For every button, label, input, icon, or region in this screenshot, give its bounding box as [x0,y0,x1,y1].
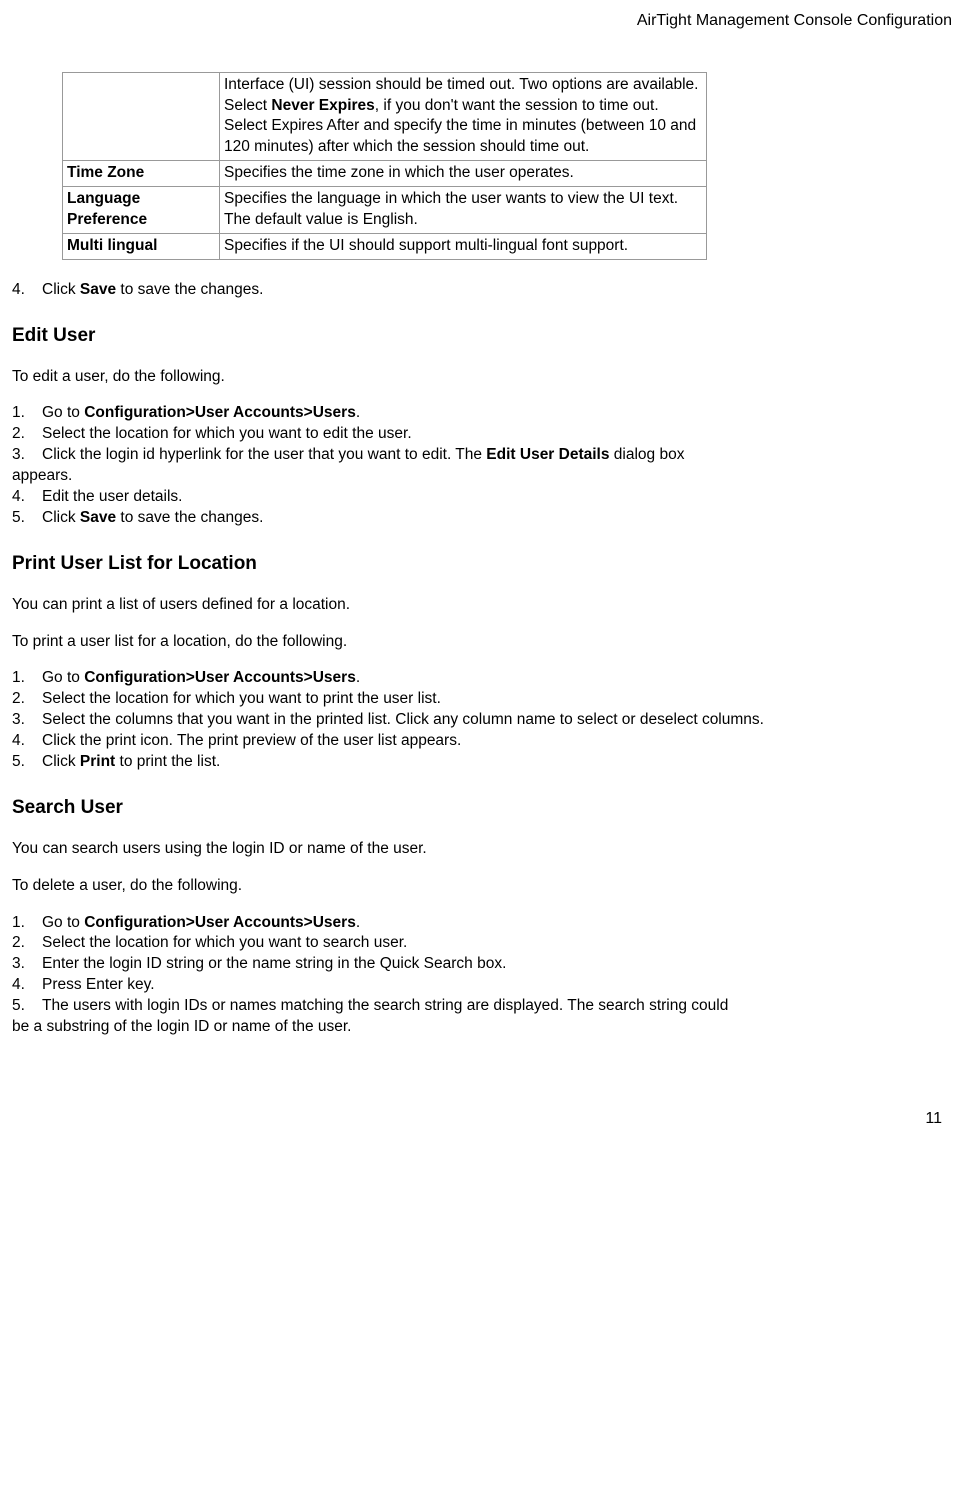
step-number: 5. [12,996,42,1017]
step-item: 1. Go to Configuration>User Accounts>Use… [12,403,962,424]
text: . [356,914,360,931]
step-item: 3. Enter the login ID string or the name… [12,954,962,975]
step-text: Select the location for which you want t… [42,933,962,954]
bold-text: Edit User Details [486,446,609,463]
step-text: Click Save to save the changes. [42,508,962,529]
bold-text: Save [80,509,116,526]
page-number: 11 [12,1108,962,1130]
step-number: 2. [12,933,42,954]
doc-header: AirTight Management Console Configuratio… [12,10,962,32]
cell-label: Time Zone [63,161,220,187]
bold-text: Save [80,281,116,298]
step-item: 2. Select the location for which you wan… [12,933,962,954]
step-item: 4. Click Save to save the changes. [12,280,962,301]
step-text: Edit the user details. [42,487,962,508]
step-number: 4. [12,280,42,301]
cell-desc: Interface (UI) session should be timed o… [220,72,707,161]
step-text: Click Save to save the changes. [42,280,962,301]
cell-label: Multi lingual [63,234,220,260]
step-text: Go to Configuration>User Accounts>Users. [42,403,962,424]
step-item: 3. Click the login id hyperlink for the … [12,445,962,466]
step-text: Select the location for which you want t… [42,424,962,445]
paragraph: To delete a user, do the following. [12,876,962,897]
step-number: 5. [12,752,42,773]
step-item: 5. Click Print to print the list. [12,752,962,773]
cell-label [63,72,220,161]
step-item: 2. Select the location for which you wan… [12,424,962,445]
text: Go to [42,914,84,931]
cell-desc: Specifies the language in which the user… [220,187,707,234]
step-item: 4. Edit the user details. [12,487,962,508]
section-heading: Print User List for Location [12,551,962,577]
step-text: Enter the login ID string or the name st… [42,954,962,975]
text: . [356,669,360,686]
bold-text: Never Expires [271,97,374,114]
step-item: 2. Select the location for which you wan… [12,689,962,710]
step-item: 1. Go to Configuration>User Accounts>Use… [12,913,962,934]
step-number: 5. [12,508,42,529]
step-item: 5. Click Save to save the changes. [12,508,962,529]
step-text: Select the columns that you want in the … [42,710,962,731]
text: to save the changes. [116,281,263,298]
step-number: 4. [12,975,42,996]
cell-desc: Specifies if the UI should support multi… [220,234,707,260]
text: . [356,404,360,421]
bold-text: Print [80,753,115,770]
text: Click the login id hyperlink for the use… [42,446,486,463]
step-number: 2. [12,424,42,445]
table-row: Time Zone Specifies the time zone in whi… [63,161,707,187]
text: dialog box [609,446,684,463]
bold-text: Configuration>User Accounts>Users [84,914,356,931]
paragraph: You can search users using the login ID … [12,839,962,860]
text: Click [42,753,80,770]
step-item: 4. Press Enter key. [12,975,962,996]
section-heading: Edit User [12,323,962,349]
cell-desc: Specifies the time zone in which the use… [220,161,707,187]
step-continue: appears. [12,466,962,487]
step-text: Select the location for which you want t… [42,689,962,710]
text: Click [42,509,80,526]
step-number: 1. [12,668,42,689]
properties-table: Interface (UI) session should be timed o… [62,72,707,260]
step-text: Click the print icon. The print preview … [42,731,962,752]
step-text: Click the login id hyperlink for the use… [42,445,962,466]
text: Go to [42,669,84,686]
step-number: 3. [12,954,42,975]
text: to save the changes. [116,509,263,526]
paragraph: To edit a user, do the following. [12,367,962,388]
table-row: Interface (UI) session should be timed o… [63,72,707,161]
step-text: Press Enter key. [42,975,962,996]
step-text: Go to Configuration>User Accounts>Users. [42,668,962,689]
paragraph: You can print a list of users defined fo… [12,595,962,616]
text: to print the list. [115,753,220,770]
step-text: The users with login IDs or names matchi… [42,996,962,1017]
step-number: 3. [12,710,42,731]
table-row: Language Preference Specifies the langua… [63,187,707,234]
step-number: 4. [12,731,42,752]
bold-text: Configuration>User Accounts>Users [84,404,356,421]
step-text: Go to Configuration>User Accounts>Users. [42,913,962,934]
step-number: 2. [12,689,42,710]
step-item: 1. Go to Configuration>User Accounts>Use… [12,668,962,689]
text: Click [42,281,80,298]
text: Go to [42,404,84,421]
step-number: 4. [12,487,42,508]
step-item: 4. Click the print icon. The print previ… [12,731,962,752]
section-heading: Search User [12,795,962,821]
paragraph: To print a user list for a location, do … [12,632,962,653]
step-item: 5. The users with login IDs or names mat… [12,996,962,1017]
step-number: 1. [12,403,42,424]
bold-text: Configuration>User Accounts>Users [84,669,356,686]
step-continue: be a substring of the login ID or name o… [12,1017,962,1038]
step-text: Click Print to print the list. [42,752,962,773]
table-row: Multi lingual Specifies if the UI should… [63,234,707,260]
cell-label: Language Preference [63,187,220,234]
step-item: 3. Select the columns that you want in t… [12,710,962,731]
step-number: 1. [12,913,42,934]
step-number: 3. [12,445,42,466]
